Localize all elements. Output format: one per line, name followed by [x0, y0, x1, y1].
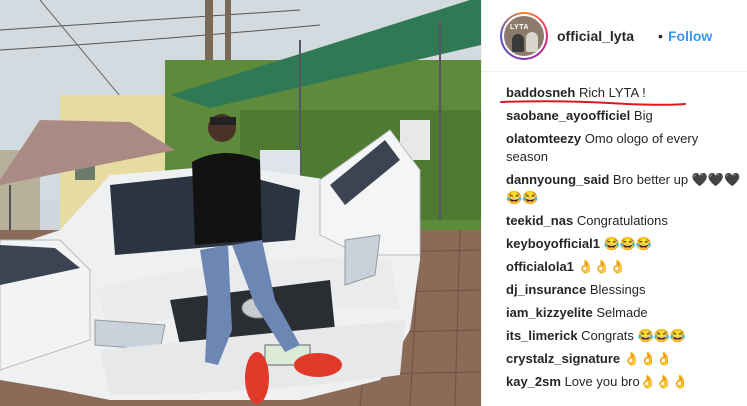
- comment-text: Selmade: [596, 305, 648, 320]
- comment-text: 👌👌👌: [623, 351, 673, 366]
- comment-text: 👌👌👌: [577, 259, 627, 274]
- comment-item: teekid_nas Congratulations: [506, 212, 742, 230]
- comment-item: kay_2sm Love you bro👌👌👌: [506, 373, 742, 391]
- comment-text: Blessings: [589, 282, 646, 297]
- comments-list: baddosneh Rich LYTA ! saobane_ayoofficie…: [506, 84, 742, 396]
- avatar-logo-text: LYTA: [510, 24, 530, 31]
- comment-text: 😂😂😂: [603, 236, 653, 251]
- comment-item: iam_kizzyelite Selmade: [506, 304, 742, 322]
- comment-item: its_limerick Congrats 😂😂😂: [506, 327, 742, 345]
- comment-item: crystalz_signature 👌👌👌: [506, 350, 742, 368]
- comment-username[interactable]: keyboyofficial1: [506, 236, 600, 251]
- comment-username[interactable]: crystalz_signature: [506, 351, 620, 366]
- post-details-panel: LYTA official_lyta • Follow baddosneh Ri…: [481, 0, 747, 406]
- comment-username[interactable]: its_limerick: [506, 328, 578, 343]
- comment-item: keyboyofficial1 😂😂😂: [506, 235, 742, 253]
- comment-item: officialola1 👌👌👌: [506, 258, 742, 276]
- comment-username[interactable]: iam_kizzyelite: [506, 305, 593, 320]
- photo-scene: [0, 0, 481, 406]
- comment-username[interactable]: kay_2sm: [506, 374, 561, 389]
- post-username[interactable]: official_lyta: [557, 28, 634, 44]
- comment-item: dannyoung_said Bro better up 🖤🖤🖤 😂😂: [506, 171, 742, 207]
- red-underline-annotation: [500, 100, 686, 106]
- comment-username[interactable]: teekid_nas: [506, 213, 573, 228]
- comment-username[interactable]: saobane_ayoofficiel: [506, 108, 630, 123]
- comment-item: dj_insurance Blessings: [506, 281, 742, 299]
- post-header: LYTA official_lyta • Follow: [482, 0, 747, 72]
- comment-text: Big: [633, 108, 653, 123]
- comment-text: Congrats 😂😂😂: [581, 328, 687, 343]
- comment-username[interactable]: officialola1: [506, 259, 574, 274]
- comment-text: Congratulations: [576, 213, 668, 228]
- comment-item: olatomteezy Omo ologo of every season: [506, 130, 742, 166]
- comment-username[interactable]: dannyoung_said: [506, 172, 609, 187]
- comment-username[interactable]: dj_insurance: [506, 282, 586, 297]
- follow-button[interactable]: Follow: [668, 28, 712, 44]
- separator-dot: •: [658, 28, 663, 44]
- avatar[interactable]: LYTA: [500, 12, 548, 60]
- comment-username[interactable]: olatomteezy: [506, 131, 581, 146]
- comment-text: Love you bro👌👌👌: [564, 374, 689, 389]
- post-photo[interactable]: [0, 0, 481, 406]
